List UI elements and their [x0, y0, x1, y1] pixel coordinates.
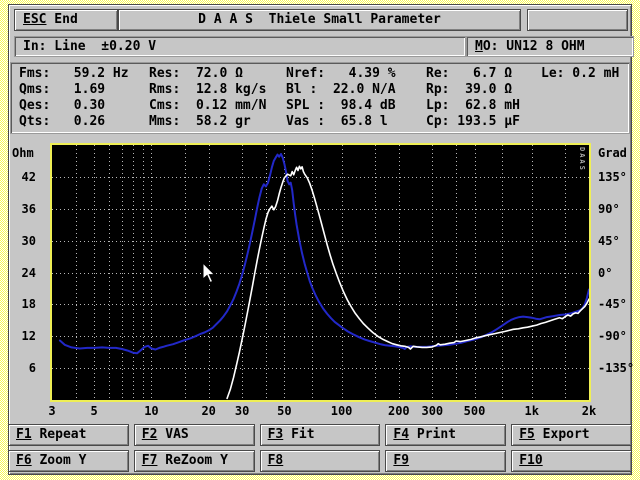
- parameter-line: Cms: 0.12 mm/N: [149, 98, 266, 114]
- titlebar-empty-box: [527, 9, 628, 31]
- fkey-hotkey-label: F6: [16, 453, 32, 468]
- fkey-f1-button[interactable]: F1 Repeat: [8, 424, 129, 446]
- fkey-hotkey-label: F10: [519, 453, 542, 468]
- fkey-label: ReZoom Y: [157, 453, 227, 468]
- parameter-line: Fms: 59.2 Hz: [19, 66, 129, 82]
- right-tick-label: 135°: [598, 170, 640, 184]
- impedance-blue-curve: [60, 154, 589, 353]
- left-tick-label: 36: [4, 202, 36, 216]
- parameter-line: Res: 72.0 Ω: [149, 66, 266, 82]
- parameter-line: Rms: 12.8 kg/s: [149, 82, 266, 98]
- fkey-hotkey-label: F7: [142, 453, 158, 468]
- fkey-label: Fit: [283, 427, 314, 442]
- parameter-line: Qts: 0.26: [19, 114, 129, 130]
- left-tick-label: 6: [4, 361, 36, 375]
- parameter-line: Lp: 62.8 mH: [426, 98, 520, 114]
- fkey-label: VAS: [157, 427, 188, 442]
- mouse-cursor-icon: [202, 262, 216, 284]
- fkey-label: Export: [535, 427, 590, 442]
- fkey-hotkey-label: F4: [393, 427, 409, 442]
- fkey-hotkey-label: F1: [16, 427, 32, 442]
- ts-parameter-panel: Fms: 59.2 HzQms: 1.69Qes: 0.30Qts: 0.26 R…: [10, 62, 630, 134]
- parameter-line: Le: 0.2 mH: [541, 66, 619, 82]
- parameter-line: Cp: 193.5 μF: [426, 114, 520, 130]
- window-title-text: D A A S Thiele Small Parameter: [198, 12, 441, 27]
- fkey-f10-button[interactable]: F10: [511, 450, 632, 472]
- fkey-row-1: F1 RepeatF2 VASF3 FitF4 PrintF5 Export: [8, 424, 632, 446]
- x-tick-label: 100: [322, 404, 362, 418]
- mode-label: O: UN12 8 OHM: [483, 39, 585, 54]
- fkey-label: Repeat: [32, 427, 87, 442]
- fkey-hotkey-label: F9: [393, 453, 409, 468]
- parameter-line: SPL : 98.4 dB: [286, 98, 396, 114]
- left-tick-label: 24: [4, 266, 36, 280]
- parameter-column: Fms: 59.2 HzQms: 1.69Qes: 0.30Qts: 0.26: [19, 66, 129, 130]
- x-tick-label: 30: [222, 404, 262, 418]
- parameter-line: Bl : 22.0 N/A: [286, 82, 396, 98]
- parameter-line: Nref: 4.39 %: [286, 66, 396, 82]
- fkey-hotkey-label: F8: [268, 453, 284, 468]
- left-tick-label: 12: [4, 329, 36, 343]
- parameter-line: Mms: 58.2 gr: [149, 114, 266, 130]
- parameter-line: Qms: 1.69: [19, 82, 129, 98]
- right-tick-label: 45°: [598, 234, 640, 248]
- fkey-f9-button[interactable]: F9: [385, 450, 506, 472]
- fkey-label: Zoom Y: [32, 453, 87, 468]
- right-tick-label: -45°: [598, 297, 640, 311]
- parameter-line: Rp: 39.0 Ω: [426, 82, 520, 98]
- fkey-f3-button[interactable]: F3 Fit: [260, 424, 381, 446]
- x-tick-label: 1k: [512, 404, 552, 418]
- parameter-column: Nref: 4.39 %Bl : 22.0 N/ASPL : 98.4 dBVa…: [286, 66, 396, 130]
- fkey-f6-button[interactable]: F6 Zoom Y: [8, 450, 129, 472]
- x-tick-label: 10: [131, 404, 171, 418]
- fkey-f8-button[interactable]: F8: [260, 450, 381, 472]
- fkey-f2-button[interactable]: F2 VAS: [134, 424, 255, 446]
- parameter-line: Qes: 0.30: [19, 98, 129, 114]
- fkey-hotkey-label: F5: [519, 427, 535, 442]
- x-tick-label: 500: [455, 404, 495, 418]
- input-status-label: In: Line ±0.20 V: [23, 39, 156, 54]
- fkey-hotkey-label: F2: [142, 427, 158, 442]
- parameter-column: Res: 72.0 ΩRms: 12.8 kg/sCms: 0.12 mm/NM…: [149, 66, 266, 130]
- fkey-f7-button[interactable]: F7 ReZoom Y: [134, 450, 255, 472]
- fkey-hotkey-label: F3: [268, 427, 284, 442]
- right-tick-label: 90°: [598, 202, 640, 216]
- parameter-line: Re: 6.7 Ω: [426, 66, 520, 82]
- parameter-column: Re: 6.7 ΩRp: 39.0 ΩLp: 62.8 mHCp: 193.5 …: [426, 66, 520, 130]
- daas-watermark: DAAS: [578, 147, 586, 172]
- parameter-column: Le: 0.2 mH: [541, 66, 619, 82]
- x-tick-label: 50: [264, 404, 304, 418]
- x-tick-label: 5: [74, 404, 114, 418]
- impedance-plot-svg: [52, 145, 589, 400]
- mode-hotkey-label: M: [475, 39, 483, 54]
- right-tick-label: 0°: [598, 266, 640, 280]
- window-title: D A A S Thiele Small Parameter: [118, 9, 521, 31]
- esc-end-button[interactable]: ESC End: [14, 9, 118, 31]
- right-tick-label: -135°: [598, 361, 640, 375]
- mode-box[interactable]: MO: UN12 8 OHM: [466, 36, 634, 57]
- x-tick-label: 300: [412, 404, 452, 418]
- fkey-f4-button[interactable]: F4 Print: [385, 424, 506, 446]
- impedance-white-curve: [227, 166, 589, 398]
- fkey-row-2: F6 Zoom YF7 ReZoom YF8F9F10: [8, 450, 632, 472]
- parameter-line: Vas : 65.8 l: [286, 114, 396, 130]
- right-tick-label: -90°: [598, 329, 640, 343]
- left-tick-label: 30: [4, 234, 36, 248]
- right-axis-title: Grad: [598, 146, 640, 160]
- left-tick-label: 42: [4, 170, 36, 184]
- fkey-label: Print: [409, 427, 456, 442]
- left-tick-label: 18: [4, 297, 36, 311]
- daas-screen: ESC End D A A S Thiele Small Parameter I…: [0, 0, 640, 480]
- left-axis-title: Ohm: [12, 146, 42, 160]
- fkey-f5-button[interactable]: F5 Export: [511, 424, 632, 446]
- plot-area: DAAS: [50, 143, 591, 402]
- x-tick-label: 2k: [569, 404, 609, 418]
- input-status-box[interactable]: In: Line ±0.20 V: [14, 36, 466, 57]
- x-tick-label: 3: [32, 404, 72, 418]
- esc-hotkey-label: ESC: [23, 12, 46, 27]
- esc-rest-label: End: [46, 12, 77, 27]
